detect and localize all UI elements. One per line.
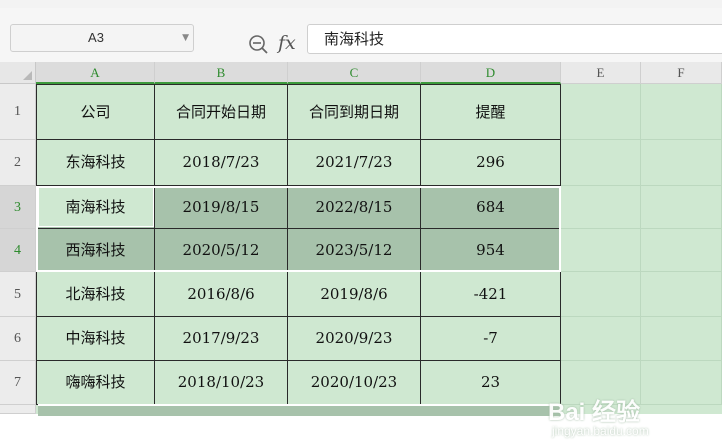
header-cell-company[interactable]: 公司 [36,84,155,140]
table-cell[interactable]: -7 [421,317,561,361]
table-cell[interactable]: 954 [421,229,561,272]
row-header-1[interactable]: 1 [0,84,36,140]
spreadsheet-grid[interactable]: A B C D E F 1 2 3 4 5 6 7 公司 合同开始日期 合同到期… [0,62,722,438]
chevron-down-icon[interactable]: ▼ [182,25,189,51]
formula-input[interactable]: 南海科技 [307,24,722,54]
row-header-6[interactable]: 6 [0,317,36,361]
table-cell[interactable]: 2018/7/23 [155,140,288,186]
fx-icon[interactable]: fx [278,32,296,54]
row-header-7[interactable]: 7 [0,361,36,405]
table-cell[interactable]: 2021/7/23 [288,140,421,186]
table-cell[interactable]: 2023/5/12 [288,229,421,272]
table-cell[interactable]: 23 [421,361,561,405]
table-cell[interactable]: 2020/9/23 [288,317,421,361]
table-cell[interactable]: 中海科技 [36,317,155,361]
table-cell[interactable]: 2019/8/6 [288,272,421,317]
table-cell[interactable]: 2017/9/23 [155,317,288,361]
table-cell[interactable]: 北海科技 [36,272,155,317]
column-header-b[interactable]: B [155,62,288,84]
table-cell[interactable]: 684 [421,186,561,229]
grid-cell[interactable] [641,272,722,317]
formula-input-value: 南海科技 [324,30,385,48]
table-cell[interactable]: 2020/10/23 [288,361,421,405]
column-header-f[interactable]: F [641,62,722,84]
watermark-subtext: jingyan.baidu.com [552,424,649,438]
row-header-4[interactable]: 4 [0,229,36,272]
table-cell[interactable]: 296 [421,140,561,186]
table-cell[interactable]: 嗨嗨科技 [36,361,155,405]
table-cell[interactable]: 西海科技 [36,229,155,272]
grid-cell[interactable] [561,140,641,186]
row-header-5[interactable]: 5 [0,272,36,317]
row-header-2[interactable]: 2 [0,140,36,186]
header-cell-reminder[interactable]: 提醒 [421,84,561,140]
grid-cell[interactable] [561,84,641,140]
grid-cell[interactable] [561,272,641,317]
formula-toolbar: A3 ▼ fx 南海科技 [0,8,722,62]
grid-cell[interactable] [641,186,722,229]
grid-cell[interactable] [561,229,641,272]
watermark-text: Bai 经验 [548,399,641,426]
table-cell[interactable]: 2020/5/12 [155,229,288,272]
highlighted-row-partial[interactable] [38,404,561,416]
table-cell[interactable]: 东海科技 [36,140,155,186]
grid-cell[interactable] [561,186,641,229]
grid-cell[interactable] [641,317,722,361]
table-cell[interactable]: 2018/10/23 [155,361,288,405]
zoom-icon[interactable] [248,34,270,56]
table-cell[interactable]: 2022/8/15 [288,186,421,229]
table-cell[interactable]: 2016/8/6 [155,272,288,317]
table-cell[interactable]: -421 [421,272,561,317]
row-header-3[interactable]: 3 [0,186,36,229]
row-header-8[interactable] [0,405,36,414]
active-cell-value[interactable]: 南海科技 [36,186,155,229]
column-header-c[interactable]: C [288,62,421,84]
column-header-e[interactable]: E [561,62,641,84]
column-header-a[interactable]: A [36,62,155,84]
column-header-d[interactable]: D [421,62,561,84]
header-cell-end-date[interactable]: 合同到期日期 [288,84,421,140]
grid-cell[interactable] [641,84,722,140]
select-all-corner[interactable] [0,62,36,84]
grid-cell[interactable] [641,229,722,272]
name-box-value: A3 [88,30,104,45]
grid-cell[interactable] [561,317,641,361]
table-cell[interactable]: 2019/8/15 [155,186,288,229]
grid-cell[interactable] [641,140,722,186]
header-cell-start-date[interactable]: 合同开始日期 [155,84,288,140]
baidu-watermark: Bai 经验 jingyan.baidu.com [548,392,718,444]
name-box[interactable]: A3 ▼ [10,24,194,52]
